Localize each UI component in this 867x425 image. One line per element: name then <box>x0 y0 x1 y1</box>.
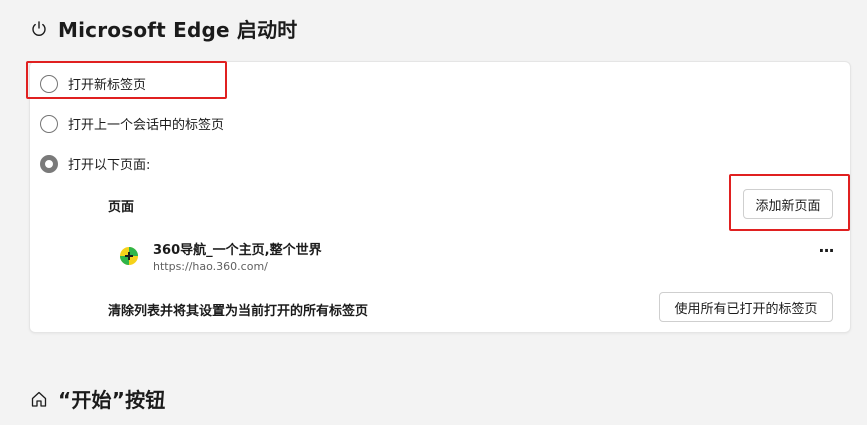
use-all-open-tabs-button[interactable]: 使用所有已打开的标签页 <box>659 292 833 322</box>
page-url: https://hao.360.com/ <box>153 260 268 273</box>
clear-list-label: 清除列表并将其设置为当前打开的所有标签页 <box>108 304 369 319</box>
power-icon <box>30 20 48 38</box>
radio-label-specific-pages: 打开以下页面: <box>68 158 151 173</box>
startup-section-header: Microsoft Edge 启动时 <box>30 14 298 43</box>
radio-label-new-tab: 打开新标签页 <box>68 78 147 93</box>
startup-section-title: Microsoft Edge 启动时 <box>58 18 298 42</box>
radio-button-new-tab[interactable] <box>40 74 58 93</box>
radio-option-new-tab[interactable]: 打开新标签页 <box>40 74 146 93</box>
page-list-item: 360导航_一个主页,整个世界 https://hao.360.com/ <box>119 239 322 273</box>
radio-option-specific-pages[interactable]: 打开以下页面: <box>40 154 150 173</box>
add-new-page-button[interactable]: 添加新页面 <box>743 189 833 219</box>
home-icon <box>30 390 48 408</box>
startup-settings-card: 打开新标签页 打开上一个会话中的标签页 打开以下页面: 页面 添加新页面 360… <box>29 61 851 333</box>
start-button-section-header: “开始”按钮 <box>30 384 166 413</box>
start-button-section-title: “开始”按钮 <box>58 388 166 412</box>
radio-option-previous-session[interactable]: 打开上一个会话中的标签页 <box>40 114 224 133</box>
radio-button-specific-pages[interactable] <box>40 154 58 173</box>
360-site-icon <box>119 246 139 266</box>
pages-label: 页面 <box>108 200 135 215</box>
page-title: 360导航_一个主页,整个世界 <box>153 243 322 258</box>
radio-button-previous-session[interactable] <box>40 114 58 133</box>
more-actions-icon[interactable]: ··· <box>815 243 837 261</box>
radio-label-previous-session: 打开上一个会话中的标签页 <box>68 118 225 133</box>
